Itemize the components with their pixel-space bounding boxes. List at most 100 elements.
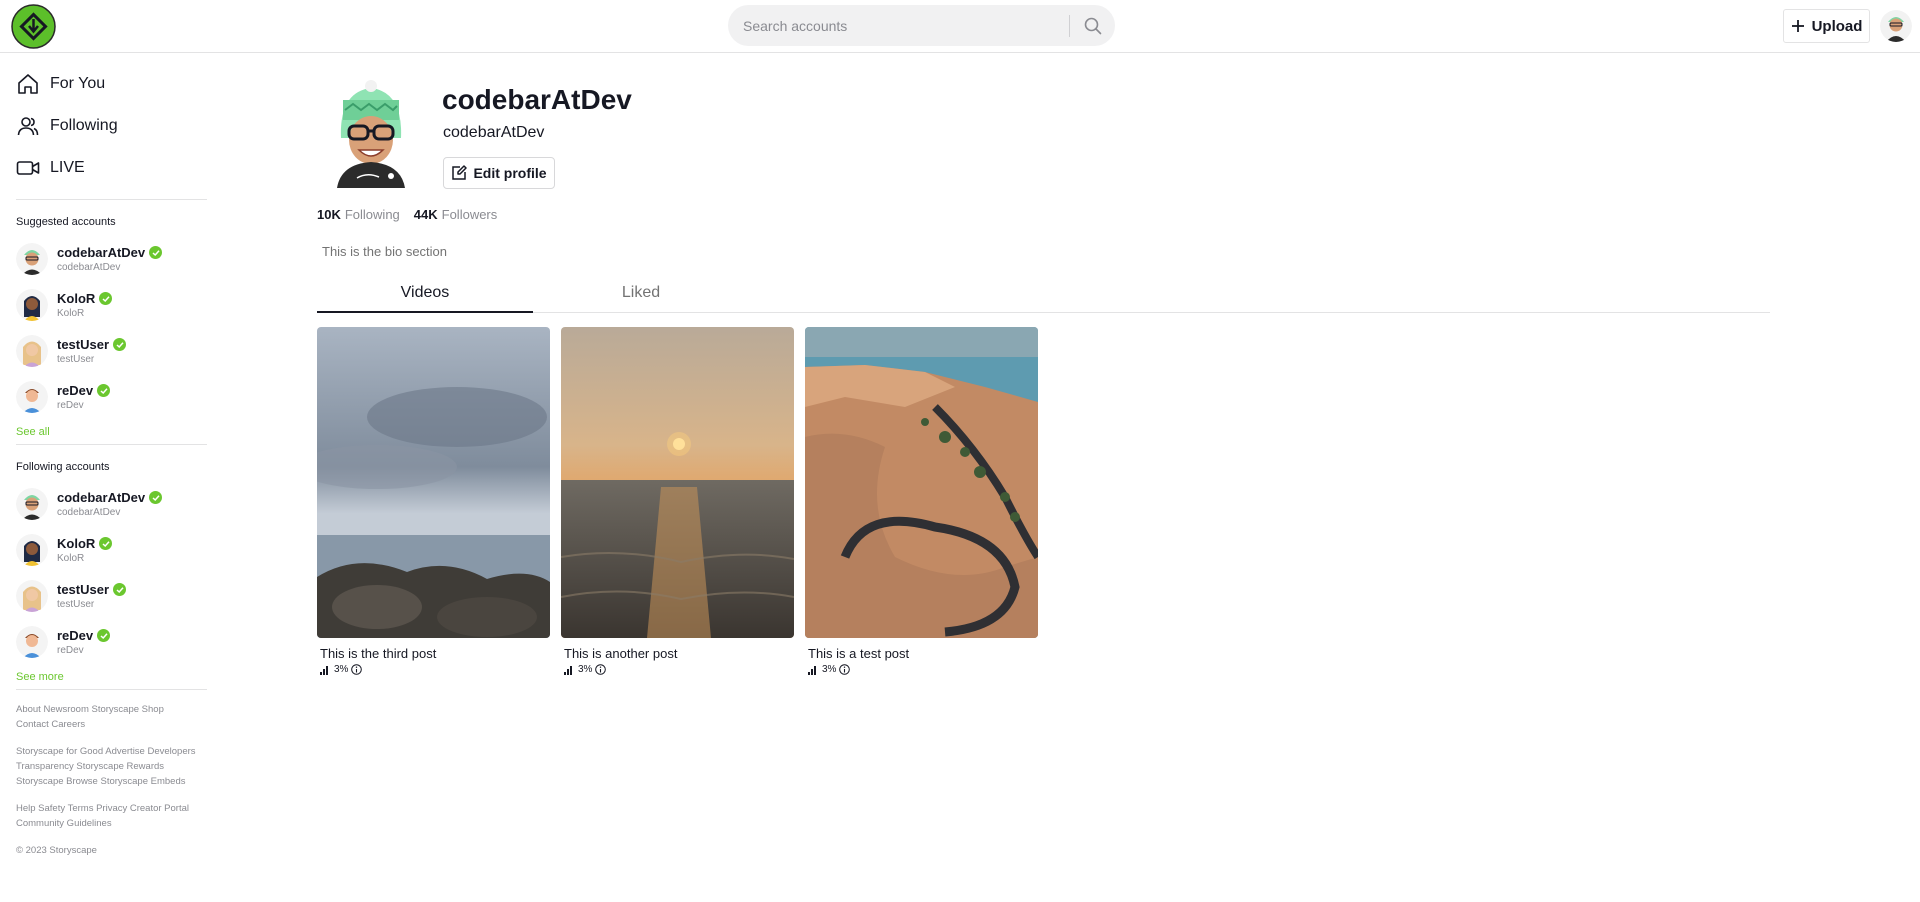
verified-badge-icon (113, 338, 127, 351)
nav-live-label: LIVE (50, 159, 85, 176)
video-caption: This is a test post (808, 646, 910, 661)
divider (16, 199, 207, 200)
plus-icon (1791, 20, 1804, 32)
video-meta: 3% (805, 664, 1038, 675)
video-meta: 3% (561, 664, 794, 675)
video-stat: 3% (334, 664, 349, 675)
following-title: Following accounts (16, 461, 110, 473)
account-handle: testUser (57, 354, 95, 365)
search-bar (728, 5, 1115, 46)
tab-videos[interactable]: Videos (317, 280, 533, 313)
search-icon (1084, 17, 1102, 34)
profile-tabs: Videos Liked (317, 280, 1770, 313)
video-camera-icon (16, 156, 40, 180)
stats-icon (808, 665, 816, 675)
verified-badge-icon (99, 292, 113, 305)
info-icon[interactable] (839, 664, 851, 675)
see-all-link[interactable]: See all (16, 420, 208, 444)
account-handle: codebarAtDev (57, 507, 121, 518)
video-card[interactable]: This is a test post 3% (805, 327, 1038, 675)
tab-liked[interactable]: Liked (533, 280, 749, 313)
upload-label: Upload (1811, 17, 1863, 35)
following-account-testuser[interactable]: testUser testUser (16, 573, 208, 619)
nav-following-label: Following (50, 117, 118, 134)
followers-count: 44K (413, 207, 438, 222)
suggested-account-codebaratdev[interactable]: codebarAtDev codebarAtDev (16, 236, 208, 282)
user-avatar[interactable] (1880, 10, 1912, 42)
top-bar: Upload (0, 0, 1920, 53)
video-card[interactable]: This is the third post 3% (317, 327, 550, 675)
suggested-title: Suggested accounts (16, 216, 116, 228)
video-thumbnail[interactable] (317, 327, 550, 638)
following-count: 10K (317, 207, 341, 222)
avatar (16, 243, 48, 275)
nav-live[interactable]: LIVE (16, 147, 208, 189)
suggested-account-kolor[interactable]: KoloR KoloR (16, 282, 208, 328)
see-more-link[interactable]: See more (16, 665, 208, 689)
suggested-account-redev[interactable]: reDev reDev (16, 374, 208, 420)
account-name: codebarAtDev (57, 490, 146, 505)
info-icon[interactable] (351, 664, 363, 675)
profile-bio: This is the bio section (322, 244, 448, 259)
stats-icon (320, 665, 328, 675)
following-stat[interactable]: 10K Following (317, 207, 400, 222)
storyscape-logo[interactable] (11, 4, 56, 49)
followers-stat[interactable]: 44K Followers (414, 207, 497, 222)
divider (16, 444, 207, 445)
account-name: testUser (57, 337, 110, 352)
following-account-kolor[interactable]: KoloR KoloR (16, 527, 208, 573)
search-divider (1069, 15, 1070, 37)
footer-links-3[interactable]: Help Safety Terms Privacy Creator Portal… (16, 801, 196, 831)
account-name: reDev (57, 628, 94, 643)
avatar (16, 335, 48, 367)
account-handle: codebarAtDev (57, 262, 121, 273)
avatar (16, 289, 48, 321)
following-account-codebaratdev[interactable]: codebarAtDev codebarAtDev (16, 481, 208, 527)
footer-copyright: © 2023 Storyscape (16, 845, 97, 856)
verified-badge-icon (149, 491, 163, 504)
suggested-list: codebarAtDev codebarAtDev KoloR KoloR te… (16, 236, 208, 420)
verified-badge-icon (149, 246, 163, 259)
divider (16, 689, 207, 690)
following-account-redev[interactable]: reDev reDev (16, 619, 208, 665)
main-nav: For You Following LIVE (16, 53, 208, 199)
account-handle: testUser (57, 599, 95, 610)
video-thumbnail[interactable] (561, 327, 794, 638)
video-grid: This is the third post 3% This is anothe… (317, 327, 1038, 675)
video-stat: 3% (578, 664, 593, 675)
account-handle: reDev (57, 645, 84, 656)
account-name: reDev (57, 383, 94, 398)
search-button[interactable] (1071, 5, 1115, 46)
footer-links-2[interactable]: Storyscape for Good Advertise Developers… (16, 744, 196, 789)
info-icon[interactable] (595, 664, 607, 675)
following-stat-label: Following (344, 207, 400, 222)
upload-button[interactable]: Upload (1783, 9, 1870, 43)
video-meta: 3% (317, 664, 550, 675)
video-stat: 3% (822, 664, 837, 675)
profile-handle: codebarAtDev (443, 124, 545, 141)
avatar (16, 534, 48, 566)
profile-stats: 10K Following 44K Followers (317, 207, 497, 222)
following-list: codebarAtDev codebarAtDev KoloR KoloR te… (16, 481, 208, 665)
video-thumbnail[interactable] (805, 327, 1038, 638)
nav-for-you[interactable]: For You (16, 63, 208, 105)
edit-profile-label: Edit profile (473, 165, 547, 181)
avatar (16, 381, 48, 413)
search-input[interactable] (728, 5, 1068, 46)
verified-badge-icon (97, 384, 111, 397)
users-icon (16, 114, 40, 138)
nav-following[interactable]: Following (16, 105, 208, 147)
account-handle: reDev (57, 400, 84, 411)
suggested-account-testuser[interactable]: testUser testUser (16, 328, 208, 374)
account-name: KoloR (57, 291, 96, 306)
edit-profile-button[interactable]: Edit profile (443, 157, 555, 189)
video-card[interactable]: This is another post 3% (561, 327, 794, 675)
verified-badge-icon (97, 629, 111, 642)
verified-badge-icon (99, 537, 113, 550)
footer-links-1[interactable]: About Newsroom Storyscape Shop Contact C… (16, 702, 196, 732)
avatar (16, 580, 48, 612)
account-name: testUser (57, 582, 110, 597)
account-handle: KoloR (57, 553, 85, 564)
avatar (16, 488, 48, 520)
followers-stat-label: Followers (441, 207, 498, 222)
